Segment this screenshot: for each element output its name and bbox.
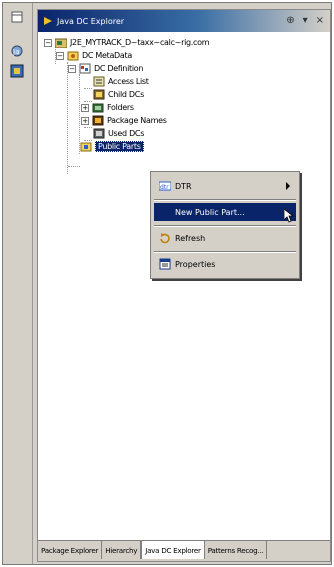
- view-actions: ⊕ ▾ ×: [286, 15, 324, 26]
- tree-item-folders[interactable]: + Folders: [81, 101, 134, 114]
- dc-project-icon: [54, 37, 68, 49]
- mouse-cursor-icon: [283, 208, 295, 225]
- tree-item-dc-definition[interactable]: − DC Definition: [68, 62, 143, 75]
- java-dc-explorer-view: Java DC Explorer ⊕ ▾ × − J2E_MYTRACK_D~t…: [37, 9, 331, 562]
- child-dcs-icon: [93, 89, 105, 100]
- left-toolbar: Ja: [3, 3, 33, 564]
- close-view-icon[interactable]: ×: [316, 15, 324, 26]
- definition-icon: [79, 63, 91, 74]
- dtr-icon: dtr: [159, 180, 171, 192]
- tab-java-dc-explorer[interactable]: Java DC Explorer: [141, 541, 205, 559]
- menu-item-refresh[interactable]: Refresh: [154, 229, 296, 247]
- tree-item-package-names[interactable]: + Package Names: [81, 114, 167, 127]
- metadata-icon: [67, 50, 79, 61]
- access-list-icon: [93, 76, 105, 87]
- properties-icon: [159, 258, 171, 270]
- folders-icon: [92, 102, 104, 113]
- svg-text:Ja: Ja: [12, 48, 19, 56]
- link-editor-icon[interactable]: ⊕: [286, 15, 294, 26]
- view-title-bar: Java DC Explorer ⊕ ▾ ×: [38, 10, 330, 32]
- tree-line: [68, 166, 80, 167]
- tab-patterns-recog[interactable]: Patterns Recog...: [205, 541, 268, 559]
- submenu-arrow-icon: [286, 182, 290, 190]
- tree-item-child-dcs[interactable]: Child DCs: [93, 88, 144, 101]
- tree-item-used-dcs[interactable]: Used DCs: [93, 127, 144, 140]
- tree-item-label: DC Definition: [94, 64, 144, 73]
- refresh-icon: [159, 232, 171, 244]
- used-dcs-icon: [93, 128, 105, 139]
- menu-item-label: New Public Part...: [175, 207, 245, 217]
- workbench-frame: Ja Java DC Explorer ⊕ ▾ × − J2E_MYTRACK_…: [2, 2, 332, 565]
- tree-item-root[interactable]: − J2E_MYTRACK_D~taxx~calc~rig.com: [44, 36, 210, 49]
- tree-item-dc-metadata[interactable]: − DC MetaData: [56, 49, 132, 62]
- menu-item-dtr[interactable]: dtr DTR: [154, 177, 296, 195]
- menu-item-new-public-part[interactable]: New Public Part...: [154, 203, 296, 223]
- tree-item-label: Used DCs: [108, 129, 145, 138]
- expand-icon[interactable]: +: [81, 103, 89, 112]
- tree-line: [67, 62, 68, 174]
- collapse-icon[interactable]: −: [68, 64, 76, 73]
- tree-item-access-list[interactable]: Access List: [93, 75, 149, 88]
- tree-item-label-selected: Public Parts: [95, 141, 144, 152]
- menu-item-properties[interactable]: Properties: [154, 255, 296, 273]
- java-dc-view-icon[interactable]: [8, 63, 26, 79]
- tree-item-label: DC MetaData: [82, 51, 132, 60]
- tree-item-public-parts[interactable]: Public Parts: [80, 140, 144, 153]
- tab-package-explorer[interactable]: Package Explorer: [38, 541, 103, 559]
- context-menu: dtr DTR New Public Part... Refresh Prope…: [150, 171, 300, 279]
- menu-item-label: Properties: [175, 259, 216, 269]
- menu-separator: [154, 199, 296, 201]
- menu-item-label: DTR: [175, 181, 192, 191]
- dc-tree: − J2E_MYTRACK_D~taxx~calc~rig.com − DC M…: [38, 34, 330, 539]
- view-menu-icon[interactable]: ▾: [303, 15, 308, 26]
- menu-separator: [154, 251, 296, 253]
- collapse-icon[interactable]: −: [56, 51, 64, 60]
- public-parts-icon: [80, 141, 92, 152]
- expand-icon[interactable]: +: [81, 116, 89, 125]
- package-names-icon: [92, 115, 104, 126]
- blank-icon: [159, 206, 171, 218]
- view-tab-bar: Package Explorer Hierarchy Java DC Explo…: [38, 540, 330, 561]
- tree-item-label: Package Names: [107, 116, 167, 125]
- tab-hierarchy[interactable]: Hierarchy: [102, 541, 142, 559]
- view-title: Java DC Explorer: [57, 16, 125, 26]
- tree-item-label: Access List: [108, 77, 149, 86]
- tree-item-label: Folders: [107, 103, 134, 112]
- hierarchy-view-icon[interactable]: Ja: [8, 43, 26, 59]
- restore-view-icon[interactable]: [8, 9, 26, 25]
- tree-item-label: Child DCs: [108, 90, 144, 99]
- collapse-icon[interactable]: −: [44, 38, 52, 47]
- tree-item-label: J2E_MYTRACK_D~taxx~calc~rig.com: [70, 38, 210, 47]
- menu-separator: [154, 225, 296, 227]
- tree-line: [84, 127, 92, 128]
- menu-item-label: Refresh: [175, 233, 206, 243]
- tree-line: [84, 88, 92, 89]
- svg-text:dtr: dtr: [160, 184, 169, 191]
- explorer-view-icon: [43, 16, 53, 26]
